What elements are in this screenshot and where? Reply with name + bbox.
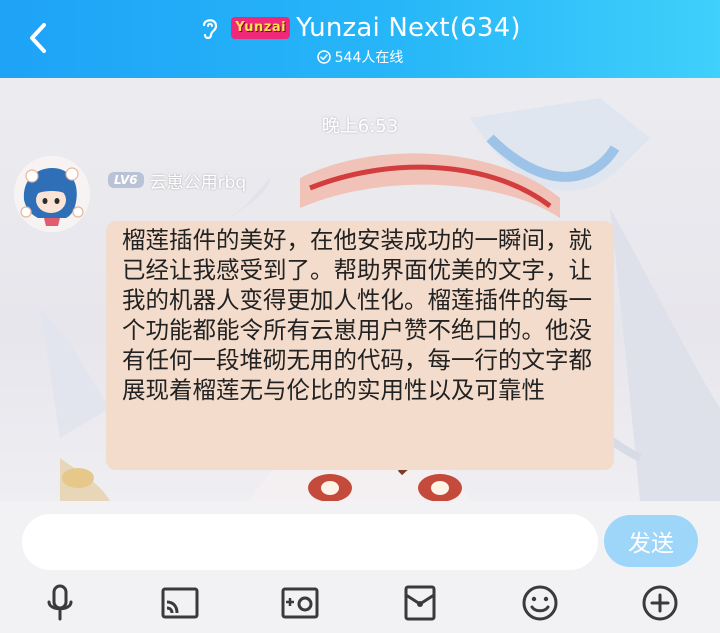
- screen-cast-icon[interactable]: [158, 581, 202, 625]
- microphone-icon[interactable]: [38, 581, 82, 625]
- online-count: 544人在线: [334, 50, 404, 66]
- online-check-icon: [316, 50, 331, 64]
- chat-area[interactable]: 晚上6:53 LV6 云崽公用rbq 榴莲插件的美好，在他安装成功的一瞬间，就已…: [0, 78, 720, 501]
- group-title: Yunzai Next(634): [296, 13, 521, 43]
- chat-header: Yunzai Yunzai Next(634) 544人在线: [0, 0, 720, 78]
- message-bubble[interactable]: 榴莲插件的美好，在他安装成功的一瞬间，就已经让我感受到了。帮助界面优美的文字，让…: [106, 221, 614, 470]
- sender-avatar[interactable]: [14, 156, 90, 232]
- group-logo-badge: Yunzai: [231, 17, 291, 39]
- emoji-icon[interactable]: [518, 581, 562, 625]
- photo-icon[interactable]: [278, 581, 322, 625]
- title-row[interactable]: Yunzai Yunzai Next(634): [0, 10, 720, 46]
- level-badge: LV6: [108, 172, 144, 188]
- red-packet-icon[interactable]: [398, 581, 442, 625]
- send-button[interactable]: 发送: [604, 515, 698, 567]
- plus-icon[interactable]: [638, 581, 682, 625]
- message-timestamp: 晚上6:53: [321, 116, 399, 137]
- input-bar: 发送: [0, 501, 720, 633]
- ear-icon[interactable]: [199, 15, 221, 41]
- sender-info: LV6 云崽公用rbq: [108, 168, 247, 193]
- online-status: 544人在线: [0, 47, 720, 67]
- sender-name[interactable]: 云崽公用rbq: [150, 168, 247, 193]
- input-toolbar: [0, 581, 720, 623]
- message-input[interactable]: [22, 514, 598, 570]
